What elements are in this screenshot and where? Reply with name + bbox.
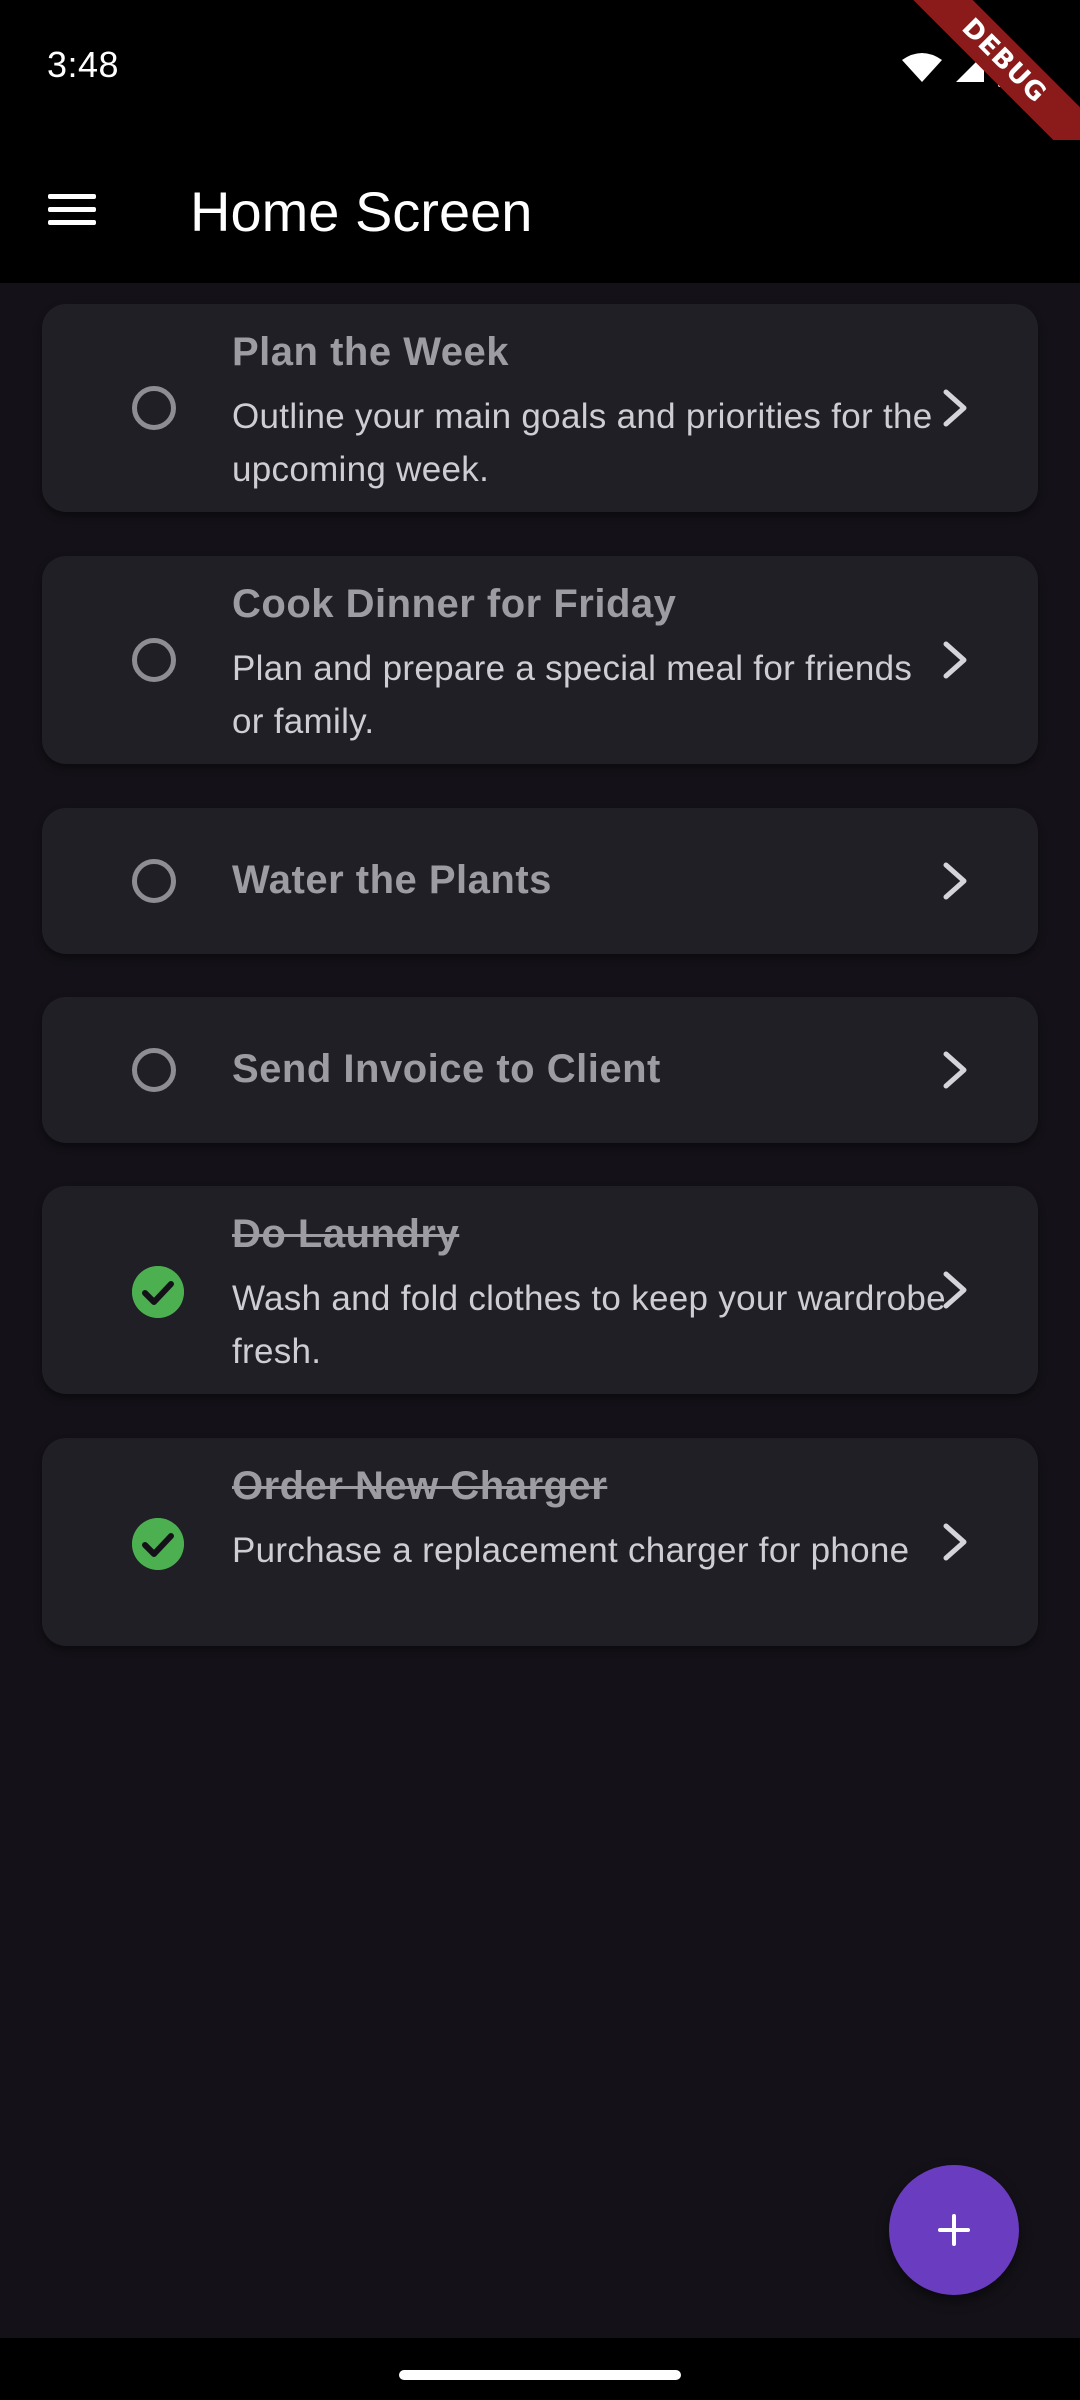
check-circle-icon[interactable] <box>132 1518 184 1570</box>
task-title: Order New Charger <box>232 1464 608 1508</box>
plus-icon <box>938 2214 970 2246</box>
task-description: Wash and fold clothes to keep your wardr… <box>232 1279 946 1371</box>
menu-icon[interactable] <box>48 190 96 230</box>
task-title: Send Invoice to Client <box>232 1047 661 1091</box>
incomplete-circle-icon[interactable] <box>132 1048 176 1092</box>
app-bar: Home Screen <box>0 140 1080 283</box>
chevron-right-icon <box>943 641 967 679</box>
task-card[interactable]: Water the Plants <box>42 808 1038 954</box>
home-indicator[interactable] <box>399 2370 681 2380</box>
task-title: Cook Dinner for Friday <box>232 582 677 626</box>
task-description: Purchase a replacement charger for phone <box>232 1531 910 1570</box>
chevron-right-icon <box>943 389 967 427</box>
page-title: Home Screen <box>190 180 533 243</box>
task-card[interactable]: Cook Dinner for Friday Plan and prepare … <box>42 556 1038 764</box>
task-card[interactable]: Order New Charger Purchase a replacement… <box>42 1438 1038 1646</box>
task-title: Water the Plants <box>232 858 552 902</box>
task-card[interactable]: Send Invoice to Client <box>42 997 1038 1143</box>
navigation-bar <box>0 2338 1080 2400</box>
incomplete-circle-icon[interactable] <box>132 638 176 682</box>
check-circle-icon[interactable] <box>132 1266 184 1318</box>
add-task-button[interactable] <box>889 2165 1019 2295</box>
task-title: Plan the Week <box>232 330 509 374</box>
task-description: Plan and prepare a special meal for frie… <box>232 649 913 741</box>
chevron-right-icon <box>943 1271 967 1309</box>
task-card[interactable]: Do Laundry Wash and fold clothes to keep… <box>42 1186 1038 1394</box>
chevron-right-icon <box>943 1051 967 1089</box>
screen: 3:48 DEBUG Home Screen Plan the Week Out <box>0 0 1080 2400</box>
task-card[interactable]: Plan the Week Outline your main goals an… <box>42 304 1038 512</box>
incomplete-circle-icon[interactable] <box>132 386 176 430</box>
status-bar: 3:48 DEBUG <box>0 0 1080 175</box>
task-title: Do Laundry <box>232 1212 460 1256</box>
chevron-right-icon <box>943 1523 967 1561</box>
chevron-right-icon <box>943 862 967 900</box>
wifi-icon <box>902 53 942 82</box>
incomplete-circle-icon[interactable] <box>132 859 176 903</box>
status-time: 3:48 <box>47 44 120 85</box>
task-description: Outline your main goals and priorities f… <box>232 397 933 489</box>
